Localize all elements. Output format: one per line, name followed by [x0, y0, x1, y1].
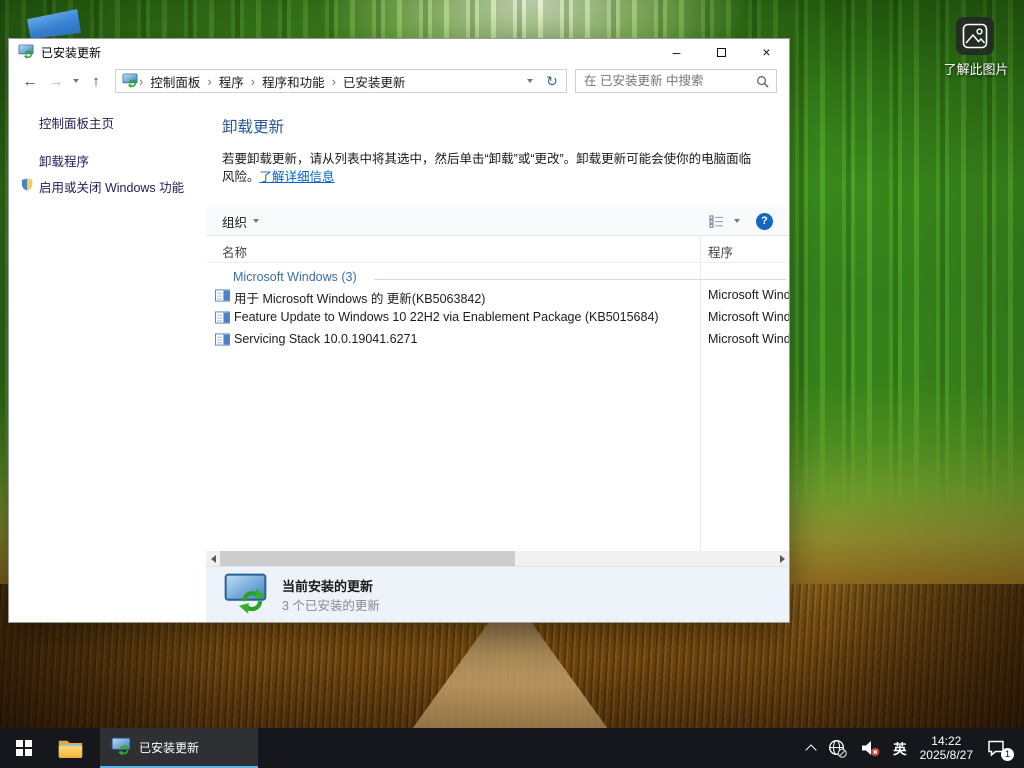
triangle-left-icon: [211, 555, 216, 563]
titlebar: 已安装更新 – ×: [9, 39, 789, 65]
group-header-label[interactable]: Microsoft Windows (3): [233, 270, 357, 284]
photo-icon: [962, 23, 988, 49]
learn-about-picture-icon[interactable]: [956, 17, 994, 55]
forward-button[interactable]: →: [43, 73, 69, 90]
triangle-right-icon: [780, 555, 785, 563]
list-column-headers: 名称 程序: [206, 236, 789, 263]
details-title: 当前安装的更新: [282, 576, 373, 595]
windows-logo-icon: [16, 740, 32, 756]
search-box: [575, 69, 777, 93]
system-tray: 英 14:22 2025/8/27 1: [807, 728, 1024, 768]
page-description-line2: 风险。了解详细信息: [222, 166, 335, 185]
learn-about-picture-label: 了解此图片: [926, 59, 1024, 78]
sidebar-item-control-panel-home[interactable]: 控制面板主页: [39, 113, 114, 132]
ime-indicator[interactable]: 英: [893, 738, 907, 758]
taskbar: 已安装更新 英 14:22 2025/8/27 1: [0, 728, 1024, 768]
close-button[interactable]: ×: [744, 39, 789, 65]
column-header-program[interactable]: 程序: [708, 242, 733, 261]
network-globe-icon[interactable]: [828, 739, 847, 758]
details-subtitle: 3 个已安装的更新: [282, 595, 380, 614]
tray-overflow-chevron-icon[interactable]: [805, 744, 816, 755]
installed-updates-window: 已安装更新 – × ← → ↑ › 控制面板 › 程序 › 程序和功能 › 已安…: [8, 38, 790, 623]
learn-more-link[interactable]: 了解详细信息: [260, 170, 335, 184]
start-button[interactable]: [0, 728, 48, 768]
page-description-line2-text: 风险。: [222, 170, 260, 184]
window-controls: – ×: [654, 39, 789, 65]
scrollbar-thumb[interactable]: [220, 551, 515, 566]
taskbar-file-explorer[interactable]: [48, 728, 92, 768]
command-toolbar: 组织 ?: [206, 207, 789, 236]
search-icon[interactable]: [756, 75, 769, 88]
maximize-button[interactable]: [699, 39, 744, 65]
window-title: 已安装更新: [41, 44, 101, 61]
page-description-line1: 若要卸载更新，请从列表中将其选中，然后单击“卸载”或“更改”。卸载更新可能会使你…: [222, 148, 751, 167]
main-pane: 卸载更新 若要卸载更新，请从列表中将其选中，然后单击“卸载”或“更改”。卸载更新…: [206, 97, 789, 622]
update-name: Servicing Stack 10.0.19041.6271: [234, 332, 417, 346]
update-item-icon: [215, 289, 230, 302]
desktop: 了解此图片 已安装更新 – × ← → ↑ › 控制面板 › 程序 ›: [0, 0, 1024, 768]
clock-date: 2025/8/27: [920, 748, 973, 762]
organize-label: 组织: [222, 212, 247, 231]
address-bar[interactable]: › 控制面板 › 程序 › 程序和功能 › 已安装更新 ↻: [115, 69, 567, 93]
breadcrumb-item-programs[interactable]: 程序: [213, 72, 250, 91]
taskbar-clock[interactable]: 14:22 2025/8/27: [920, 734, 973, 762]
shield-icon: [21, 178, 33, 191]
windows-update-icon: [122, 73, 138, 89]
page-title: 卸载更新: [222, 115, 284, 137]
window-body: 控制面板主页 卸载程序 启用或关闭 Windows 功能 卸载更新 若要卸载更新…: [9, 97, 789, 622]
maximize-icon: [717, 48, 726, 57]
notification-badge: 1: [1001, 748, 1014, 761]
breadcrumb-item-programs-and-features[interactable]: 程序和功能: [256, 72, 331, 91]
windows-update-icon: [111, 737, 131, 757]
horizontal-scrollbar[interactable]: [206, 551, 789, 566]
chevron-down-icon: [253, 219, 259, 223]
update-program: Microsoft Windows: [708, 288, 789, 302]
scroll-left-arrow[interactable]: [206, 551, 220, 566]
help-button[interactable]: ?: [756, 213, 773, 230]
speaker-muted-icon[interactable]: [860, 739, 880, 757]
sidebar-item-uninstall-program[interactable]: 卸载程序: [39, 151, 89, 170]
search-input[interactable]: [576, 70, 776, 92]
update-item-icon: [215, 311, 230, 324]
update-row[interactable]: 用于 Microsoft Windows 的 更新(KB5063842) Mic…: [206, 285, 789, 307]
scroll-right-arrow[interactable]: [775, 551, 789, 566]
column-header-name[interactable]: 名称: [222, 242, 247, 261]
details-pane: 当前安装的更新 3 个已安装的更新: [206, 566, 789, 622]
windows-update-icon: [18, 44, 34, 60]
recent-pages-dropdown[interactable]: [69, 79, 83, 83]
up-button[interactable]: ↑: [83, 73, 109, 90]
back-button[interactable]: ←: [17, 73, 43, 90]
folder-icon: [58, 738, 83, 759]
update-name: 用于 Microsoft Windows 的 更新(KB5063842): [234, 288, 485, 307]
update-program: Microsoft Windows: [708, 310, 789, 324]
address-dropdown-button[interactable]: [520, 79, 540, 83]
list-view-icon: [709, 215, 724, 228]
sidebar: 控制面板主页 卸载程序 启用或关闭 Windows 功能: [9, 97, 206, 622]
minimize-icon: –: [673, 44, 681, 60]
windows-update-icon: [222, 572, 269, 617]
organize-button[interactable]: 组织: [222, 212, 259, 231]
update-item-icon: [215, 333, 230, 346]
update-row[interactable]: Feature Update to Windows 10 22H2 via En…: [206, 307, 789, 329]
close-icon: ×: [762, 44, 770, 60]
breadcrumb-item-installed-updates[interactable]: 已安装更新: [337, 72, 412, 91]
chevron-down-icon[interactable]: [734, 219, 740, 223]
action-center-button[interactable]: 1: [986, 737, 1010, 759]
update-name: Feature Update to Windows 10 22H2 via En…: [234, 310, 659, 324]
update-row[interactable]: Servicing Stack 10.0.19041.6271 Microsof…: [206, 329, 789, 351]
refresh-button[interactable]: ↻: [540, 73, 564, 90]
navigation-bar: ← → ↑ › 控制面板 › 程序 › 程序和功能 › 已安装更新 ↻: [9, 65, 789, 97]
chevron-down-icon: [527, 79, 533, 83]
taskbar-task-label: 已安装更新: [139, 739, 199, 756]
taskbar-active-task[interactable]: 已安装更新: [100, 728, 258, 768]
sidebar-item-windows-features[interactable]: 启用或关闭 Windows 功能: [39, 177, 184, 196]
minimize-button[interactable]: –: [654, 39, 699, 65]
clock-time: 14:22: [920, 734, 973, 748]
view-mode-button[interactable]: [709, 215, 724, 228]
chevron-down-icon: [73, 79, 79, 83]
update-program: Microsoft Windows: [708, 332, 789, 346]
breadcrumb-item-control-panel[interactable]: 控制面板: [144, 72, 206, 91]
group-header-line: [374, 279, 786, 280]
